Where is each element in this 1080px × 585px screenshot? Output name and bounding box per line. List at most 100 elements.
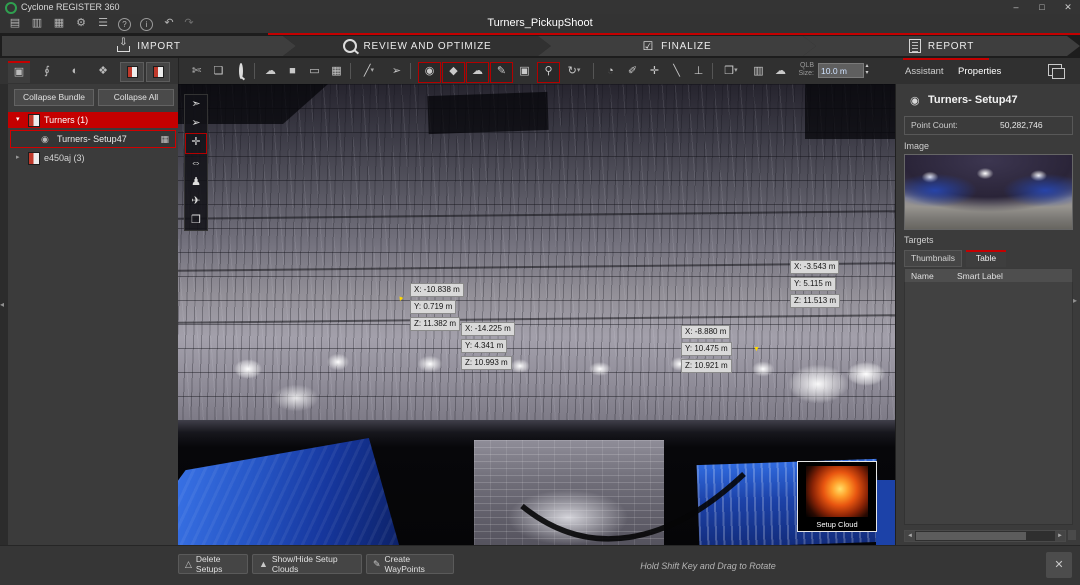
setup-target-icon: ◉ <box>910 94 920 107</box>
toolbar-separator <box>712 63 713 79</box>
toolbar-separator <box>593 63 594 79</box>
field-of-view-icon[interactable]: ❒▾ <box>718 62 744 81</box>
duplicate-view-icon[interactable]: ❏ <box>208 62 229 81</box>
cloud-color-mode-icon[interactable]: ☁ <box>260 62 281 81</box>
collapse-left-icon[interactable]: ◂ <box>0 300 4 309</box>
point-count-row: Point Count: 50,282,746 <box>904 116 1073 135</box>
measurement-z: Z: 11.382 m <box>410 317 460 331</box>
measurement-z: Z: 11.513 m <box>790 294 840 308</box>
tab-review-and-optimize[interactable]: REVIEW AND OPTIMIZE <box>283 36 551 56</box>
scroll-left-icon[interactable]: ◄ <box>905 531 915 541</box>
cleanup-tool-icon[interactable]: ◔ <box>600 62 621 81</box>
layout-panels-icon[interactable] <box>1048 64 1062 76</box>
scroll-right-icon[interactable]: ► <box>1055 531 1065 541</box>
slice-tool-icon[interactable]: ✄ <box>186 62 207 81</box>
zoom-tool-icon[interactable] <box>230 62 251 81</box>
qlb-size-stepper[interactable]: ▴▾ <box>862 63 872 78</box>
panorama-image-thumbnail[interactable] <box>904 154 1073 230</box>
create-waypoints-button[interactable]: ✎ Create WayPoints <box>366 554 454 574</box>
tab-sites[interactable]: ◐ <box>64 61 86 81</box>
orbit-cube-icon[interactable]: ❒ <box>186 211 206 230</box>
pan-tool-icon[interactable]: ✛ <box>185 133 207 154</box>
snapshot-camera-icon[interactable]: ▣ <box>514 62 535 81</box>
pick-marker-icon: ▼ <box>753 346 760 353</box>
panorama-view-icon[interactable]: ▭ <box>304 62 325 81</box>
collapse-all-button[interactable]: Collapse All <box>98 89 174 106</box>
workflow-bar: ⇩ IMPORT REVIEW AND OPTIMIZE ☑ FINALIZE … <box>0 33 1080 58</box>
tab-import[interactable]: ⇩ IMPORT <box>2 36 296 56</box>
close-button[interactable]: ✕ <box>1056 0 1080 14</box>
cloud-mesh-icon[interactable]: ☁ <box>770 62 791 81</box>
draw-line-icon[interactable]: ╲ <box>666 62 687 81</box>
close-view-button[interactable]: ✕ <box>1046 552 1072 578</box>
bundle-view-toggle-2[interactable] <box>146 62 170 82</box>
horizontal-scrollbar[interactable]: ◄ ► <box>904 530 1066 542</box>
tab-table[interactable]: Table <box>966 250 1006 267</box>
delete-setups-button[interactable]: △ Delete Setups <box>178 554 248 574</box>
viewport-tool-strip: ➣ ➢ ✛ ⇔ ♟ ✈ ❒ <box>184 94 208 231</box>
project-tree-panel: Collapse Bundle Collapse All ▾ Turners (… <box>8 84 179 545</box>
measurement-y: Y: 0.719 m <box>410 300 456 314</box>
pick-point-icon[interactable]: ➢ <box>386 62 407 81</box>
add-target-icon[interactable]: ◉ <box>418 62 441 83</box>
geotag-pin-icon[interactable]: ⚲ <box>537 62 560 83</box>
rect-select-icon[interactable]: ■ <box>282 62 303 81</box>
minimize-button[interactable]: – <box>1004 0 1028 14</box>
tab-report-label: REPORT <box>928 41 974 52</box>
menu-bar: ▤ ▥ ▦ ⚙ ☰ ? i ↶ ↷ Turners_PickupShoot <box>0 14 1080 34</box>
bundle-view-toggle-1[interactable] <box>120 62 144 82</box>
sketch-tool-icon[interactable]: ✎ <box>490 62 513 83</box>
expand-right-panel-icon[interactable]: ▸ <box>1073 296 1077 305</box>
setup-links-icon[interactable]: ⊥ <box>688 62 709 81</box>
hanging-cable <box>518 468 748 543</box>
maximize-button[interactable]: □ <box>1030 0 1054 14</box>
show-hide-setup-clouds-button[interactable]: ▲ Show/Hide Setup Clouds <box>252 554 362 574</box>
chevron-down-icon[interactable]: ▾ <box>16 112 20 128</box>
qlb-size-input[interactable] <box>818 63 864 78</box>
tab-report[interactable]: REPORT <box>803 36 1080 56</box>
setup-view-icon[interactable]: ♟ <box>186 173 206 192</box>
lower-scene <box>178 420 895 545</box>
targets-table-body[interactable] <box>904 282 1073 525</box>
bundle-flag-icon <box>153 66 164 78</box>
measurement-y: Y: 5.115 m <box>790 277 836 291</box>
edit-pin-icon[interactable]: ✐ <box>622 62 643 81</box>
chevron-right-icon[interactable]: ▸ <box>16 150 20 166</box>
sidebar-collapse-strip[interactable]: ◂ <box>0 84 8 545</box>
rotate-hint-text: Hold Shift Key and Drag to Rotate <box>596 561 820 571</box>
tab-bundles[interactable]: ❖ <box>92 61 114 81</box>
toolbar-separator <box>254 63 255 79</box>
ceiling-lights <box>178 314 895 424</box>
qlb-size-label: QLBSize: <box>794 62 814 78</box>
tab-project-explorer[interactable]: ▣ <box>8 61 30 83</box>
tab-assistant[interactable]: Assistant <box>905 66 944 77</box>
scrollbar-thumb[interactable] <box>916 532 1026 540</box>
tab-properties[interactable]: Properties <box>958 66 1001 77</box>
bundle-label: Turners (1) <box>44 112 88 128</box>
fly-navigation-icon[interactable]: ✈ <box>186 192 206 211</box>
image-section-label: Image <box>904 141 929 151</box>
tab-finalize[interactable]: ☑ FINALIZE <box>538 36 816 56</box>
move-axes-icon[interactable]: ✛ <box>644 62 665 81</box>
image-chip-icon[interactable]: ▦ <box>160 131 169 147</box>
tree-row-setup47[interactable]: ◉ Turners- Setup47 ▦ <box>10 130 176 148</box>
image-view-icon[interactable]: ▦ <box>326 62 347 81</box>
add-tag-icon[interactable]: ◆ <box>442 62 465 83</box>
select-cursor-icon[interactable]: ➣ <box>186 95 206 114</box>
tab-attachments[interactable]: ∮ <box>36 61 58 81</box>
rotate-options-icon[interactable]: ↻▾ <box>561 62 587 81</box>
properties-setup-title: Turners- Setup47 <box>928 94 1018 106</box>
delete-setups-icon: △ <box>185 559 192 570</box>
collapse-bundle-button[interactable]: Collapse Bundle <box>14 89 94 106</box>
setup-cloud-inset[interactable]: Setup Cloud <box>797 461 877 532</box>
point-cloud-viewport[interactable]: ➣ ➢ ✛ ⇔ ♟ ✈ ❒ X: -10.838 m Y: 0.719 m Z:… <box>178 84 895 545</box>
tree-row-bundle-e450aj[interactable]: ▸ e450aj (3) <box>8 150 178 166</box>
tree-row-bundle-turners[interactable]: ▾ Turners (1) <box>8 112 178 128</box>
multi-pick-cursor-icon[interactable]: ➢ <box>186 114 206 133</box>
qlb-storage-icon[interactable]: ▥ <box>748 62 769 81</box>
tab-thumbnails[interactable]: Thumbnails <box>904 250 962 267</box>
seek-tool-icon[interactable]: ⇔ <box>186 154 206 173</box>
add-cloud-annotation-icon[interactable]: ☁ <box>466 62 489 83</box>
tab-review-label: REVIEW AND OPTIMIZE <box>364 41 492 52</box>
measure-tool-icon[interactable]: ╱▾ <box>356 62 382 81</box>
